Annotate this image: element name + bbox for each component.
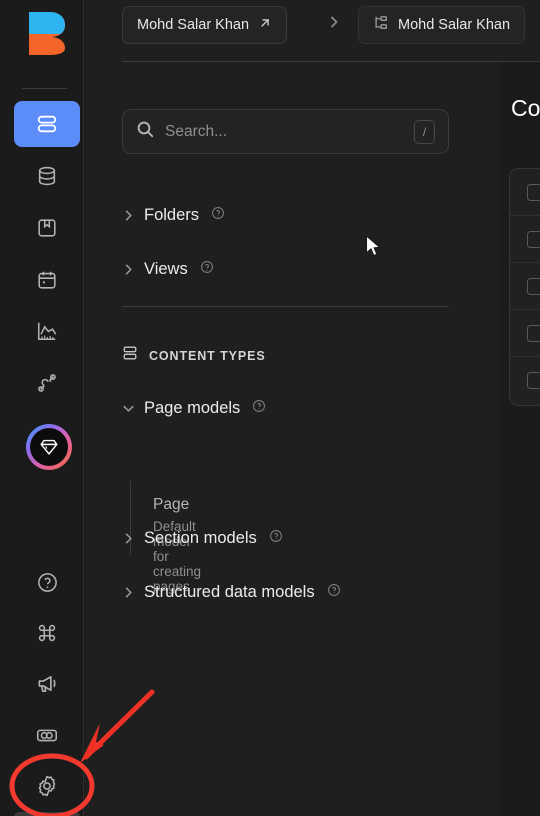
search-input[interactable]: Search... /	[122, 109, 449, 154]
search-shortcut-key: /	[414, 119, 435, 144]
layout-rows-icon	[36, 113, 58, 135]
search-icon	[136, 120, 155, 144]
nav-row-structured-data-models[interactable]: Structured data models	[122, 580, 341, 604]
section-title: CONTENT TYPES	[149, 348, 266, 363]
row-checkbox[interactable]	[527, 372, 540, 389]
navigation-panel: Search... / Folders Views CONTENT TYPES …	[85, 62, 500, 816]
sidebar-item-preview-toggle[interactable]	[14, 712, 80, 758]
help-circle-icon	[36, 571, 59, 594]
nav-label-page-models: Page models	[144, 398, 241, 417]
org-tree-icon	[373, 15, 389, 35]
command-icon	[36, 622, 58, 644]
breadcrumb-chevron-icon	[328, 14, 340, 33]
external-link-icon	[258, 16, 272, 34]
sidebar-item-announcements[interactable]	[14, 660, 80, 706]
sidebar-item-settings[interactable]	[14, 763, 80, 809]
sidebar-item-assets[interactable]	[14, 205, 80, 251]
content-area: Co	[500, 62, 540, 816]
toggle-switch-icon	[35, 723, 59, 747]
search-placeholder: Search...	[165, 122, 228, 140]
tab-space-link[interactable]: Mohd Salar Khan	[122, 6, 288, 44]
tab-label: Mohd Salar Khan	[398, 17, 511, 33]
sidebar-item-integrations[interactable]	[14, 360, 80, 406]
primary-sidebar	[0, 0, 84, 816]
content-types-icon	[122, 345, 138, 366]
nav-row-views[interactable]: Views	[122, 257, 214, 281]
nav-row-page-models[interactable]: Page models	[122, 396, 266, 420]
nav-label-folders: Folders	[144, 205, 200, 224]
tab-label: Mohd Salar Khan	[137, 17, 250, 33]
help-circle-icon[interactable]	[252, 399, 266, 418]
table-row[interactable]	[510, 169, 540, 216]
row-checkbox[interactable]	[527, 277, 540, 295]
megaphone-icon	[36, 672, 59, 695]
builder-logo[interactable]	[20, 8, 70, 58]
page-title: Co	[511, 95, 540, 121]
nav-label-views: Views	[144, 259, 188, 278]
table-row[interactable]	[510, 357, 540, 404]
help-circle-icon[interactable]	[211, 206, 225, 225]
chevron-right-icon	[122, 209, 135, 222]
help-circle-icon[interactable]	[327, 583, 341, 602]
app-root: Mohd Salar Khan Mohd Salar Khan Search..…	[0, 0, 540, 816]
sidebar-item-help[interactable]	[14, 559, 80, 605]
nav-label-structured-data-models: Structured data models	[144, 582, 315, 601]
row-checkbox[interactable]	[527, 230, 540, 248]
chevron-down-icon	[122, 402, 135, 415]
sidebar-item-shortcuts[interactable]	[14, 610, 80, 656]
box-bookmark-icon	[36, 217, 58, 239]
row-checkbox[interactable]	[527, 183, 540, 201]
sidebar-item-scheduler[interactable]	[14, 257, 80, 303]
gear-icon	[35, 774, 59, 798]
chevron-right-icon	[122, 532, 135, 545]
sidebar-account-strip[interactable]	[14, 812, 80, 816]
tab-strip: Mohd Salar Khan Mohd Salar Khan	[85, 0, 540, 62]
nav-row-folders[interactable]: Folders	[122, 203, 225, 227]
chevron-right-icon	[122, 586, 135, 599]
table-row[interactable]	[510, 263, 540, 310]
chart-area-icon	[36, 320, 58, 342]
calendar-icon	[36, 269, 58, 291]
section-header-content-types: CONTENT TYPES	[122, 345, 266, 366]
table-row[interactable]	[510, 216, 540, 263]
nav-row-section-models[interactable]: Section models	[122, 526, 283, 550]
nav-label-section-models: Section models	[144, 528, 257, 547]
sidebar-item-content[interactable]	[14, 101, 80, 147]
tab-space-current[interactable]: Mohd Salar Khan	[358, 6, 526, 44]
sidebar-divider	[22, 88, 67, 89]
row-checkbox[interactable]	[527, 324, 540, 342]
gem-icon	[30, 428, 68, 466]
panel-divider	[122, 306, 449, 307]
content-table	[509, 168, 540, 406]
help-circle-icon[interactable]	[269, 529, 283, 548]
table-row[interactable]	[510, 310, 540, 357]
sidebar-item-insights[interactable]	[14, 308, 80, 354]
sidebar-item-data[interactable]	[14, 153, 80, 199]
chevron-right-icon	[122, 263, 135, 276]
model-name: Page	[153, 496, 190, 513]
help-circle-icon[interactable]	[200, 260, 214, 279]
database-icon	[36, 165, 58, 187]
mouse-cursor	[365, 235, 381, 257]
sidebar-item-upgrade[interactable]	[26, 424, 72, 470]
plug-connection-icon	[36, 372, 58, 394]
